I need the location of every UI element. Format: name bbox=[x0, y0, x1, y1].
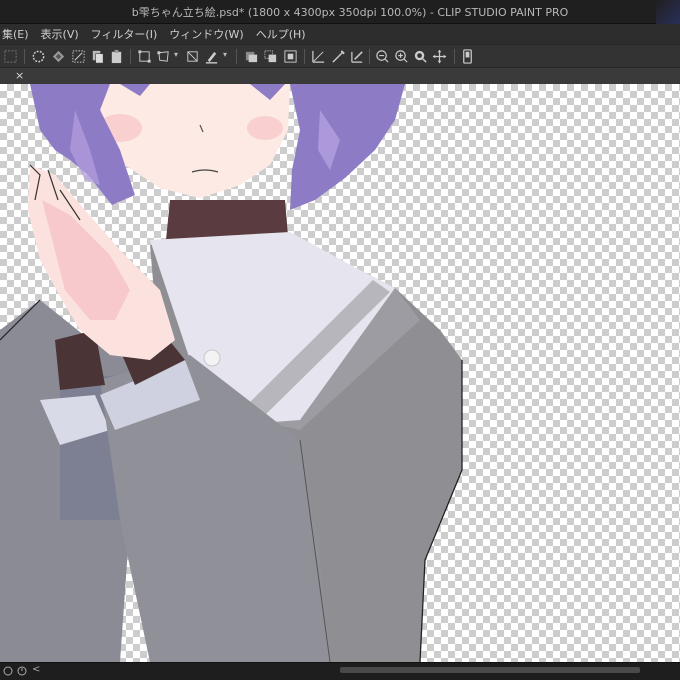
menu-help[interactable]: ヘルプ(H) bbox=[250, 26, 312, 42]
toolbar-separator bbox=[24, 49, 25, 64]
command-bar: ▾ ▾ bbox=[0, 44, 680, 68]
deselect-icon[interactable] bbox=[30, 48, 47, 65]
character-illustration bbox=[0, 84, 463, 662]
scroll-left-button[interactable]: < bbox=[32, 664, 40, 675]
zoom-fit-icon[interactable] bbox=[412, 48, 429, 65]
title-bar: b雫ちゃん立ち絵.psd* (1800 x 4300px 350dpi 100.… bbox=[0, 0, 680, 24]
reset-rotate-icon[interactable] bbox=[16, 665, 28, 677]
chevron-down-icon[interactable]: ▾ bbox=[174, 50, 178, 59]
rotate-icon[interactable] bbox=[2, 665, 14, 677]
document-tab-bar: × bbox=[0, 68, 680, 85]
menu-window[interactable]: ウィンドウ(W) bbox=[163, 26, 249, 42]
toolbar-separator bbox=[304, 49, 305, 64]
copy-icon[interactable] bbox=[89, 48, 106, 65]
layer-merge-icon[interactable] bbox=[262, 48, 279, 65]
menu-filter[interactable]: フィルター(I) bbox=[85, 26, 164, 42]
horizontal-scrollbar[interactable] bbox=[340, 667, 640, 673]
invert-selection-icon[interactable] bbox=[50, 48, 67, 65]
ruler-snap-icon[interactable] bbox=[349, 48, 366, 65]
brush-ruler-icon[interactable] bbox=[330, 48, 347, 65]
free-transform-icon[interactable] bbox=[155, 48, 172, 65]
move-view-icon[interactable] bbox=[431, 48, 448, 65]
chevron-down-icon[interactable]: ▾ bbox=[223, 50, 227, 59]
layer-snapshot-icon[interactable] bbox=[282, 48, 299, 65]
toolbar-separator bbox=[454, 49, 455, 64]
menu-bar: 集(E) 表示(V) フィルター(I) ウィンドウ(W) ヘルプ(H) bbox=[0, 24, 680, 44]
menu-edit[interactable]: 集(E) bbox=[0, 26, 35, 42]
toolbar-separator bbox=[130, 49, 131, 64]
drawing-canvas[interactable] bbox=[0, 84, 680, 662]
menu-view[interactable]: 表示(V) bbox=[35, 26, 85, 42]
select-all-icon[interactable] bbox=[2, 48, 19, 65]
clear-icon[interactable] bbox=[70, 48, 87, 65]
status-bar: < bbox=[0, 662, 680, 680]
window-corner-accent bbox=[656, 0, 680, 24]
close-icon[interactable]: × bbox=[15, 69, 24, 83]
zoom-out-icon[interactable] bbox=[374, 48, 391, 65]
toolbar-separator bbox=[236, 49, 237, 64]
paste-icon[interactable] bbox=[108, 48, 125, 65]
device-icon[interactable] bbox=[459, 48, 476, 65]
transform-icon[interactable] bbox=[136, 48, 153, 65]
zoom-in-icon[interactable] bbox=[393, 48, 410, 65]
toolbar-separator bbox=[369, 49, 370, 64]
fill-icon[interactable] bbox=[203, 48, 220, 65]
window-title: b雫ちゃん立ち絵.psd* (1800 x 4300px 350dpi 100.… bbox=[131, 5, 569, 19]
ruler-icon[interactable] bbox=[310, 48, 327, 65]
scale-icon[interactable] bbox=[184, 48, 201, 65]
layer-icon[interactable] bbox=[243, 48, 260, 65]
